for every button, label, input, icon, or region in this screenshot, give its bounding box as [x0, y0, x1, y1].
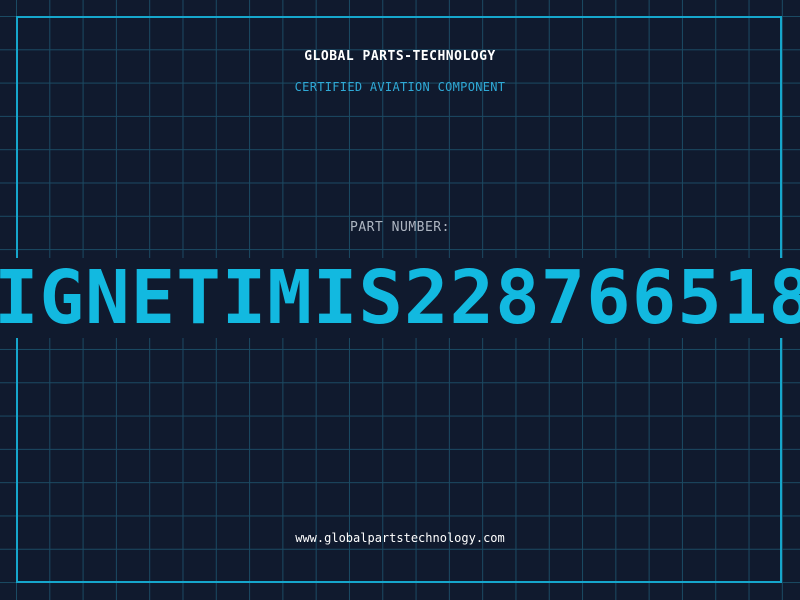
company-name: GLOBAL PARTS-TECHNOLOGY [304, 49, 496, 64]
part-number-value: IGNETIMIS228766518 [0, 258, 800, 338]
website-url: www.globalpartstechnology.com [295, 531, 505, 545]
part-number-label: PART NUMBER: [350, 220, 450, 235]
tagline: CERTIFIED AVIATION COMPONENT [294, 80, 506, 94]
part-number-band: IGNETIMIS228766518 [0, 258, 800, 338]
certificate-page: GLOBAL PARTS-TECHNOLOGY CERTIFIED AVIATI… [0, 0, 800, 600]
